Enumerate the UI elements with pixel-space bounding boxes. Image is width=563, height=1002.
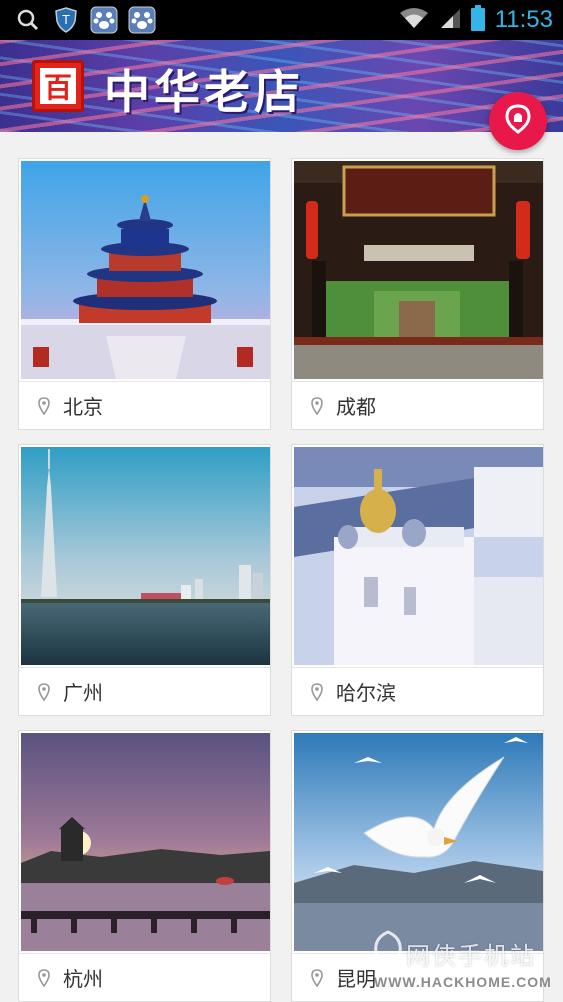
city-name: 广州 <box>63 681 103 705</box>
city-photo-chengdu <box>294 161 543 379</box>
location-marker-icon <box>38 968 50 987</box>
location-marker-icon <box>311 396 323 415</box>
city-name: 昆明 <box>336 967 376 991</box>
location-marker-icon <box>311 968 323 987</box>
status-time: 11:53 <box>494 6 553 33</box>
city-grid: 北京 成都 广州 哈尔滨 杭州 昆明 <box>0 132 563 1002</box>
city-card-chengdu[interactable]: 成都 <box>291 158 544 430</box>
app-title: 中华老店 <box>104 65 304 119</box>
location-pin-icon <box>505 104 531 138</box>
shield-icon: T <box>52 6 80 34</box>
battery-icon <box>470 5 485 35</box>
city-photo-guangzhou <box>21 447 270 665</box>
city-photo-hangzhou <box>21 733 270 951</box>
app-logo-mark: 百 <box>40 68 76 104</box>
location-marker-icon <box>311 682 323 701</box>
city-name: 哈尔滨 <box>336 681 396 705</box>
city-card-hangzhou[interactable]: 杭州 <box>18 730 271 1002</box>
city-label-row: 杭州 <box>19 953 270 1001</box>
app-header-banner: 百 中华老店 <box>0 40 563 132</box>
location-fab-button[interactable] <box>489 92 547 150</box>
city-card-harbin[interactable]: 哈尔滨 <box>291 444 544 716</box>
city-card-kunming[interactable]: 昆明 <box>291 730 544 1002</box>
paw-app-icon <box>90 6 118 34</box>
city-label-row: 哈尔滨 <box>292 667 543 715</box>
city-name: 杭州 <box>63 967 103 991</box>
city-label-row: 昆明 <box>292 953 543 1001</box>
city-label-row: 北京 <box>19 381 270 429</box>
location-marker-icon <box>38 682 50 701</box>
city-label-row: 广州 <box>19 667 270 715</box>
signal-icon <box>439 7 461 33</box>
city-photo-kunming <box>294 733 543 951</box>
app-logo: 百 <box>32 60 84 112</box>
paw-app-icon-2 <box>128 6 156 34</box>
city-card-beijing[interactable]: 北京 <box>18 158 271 430</box>
city-name: 成都 <box>336 395 376 419</box>
city-label-row: 成都 <box>292 381 543 429</box>
wifi-icon <box>399 7 429 33</box>
city-card-guangzhou[interactable]: 广州 <box>18 444 271 716</box>
search-icon <box>14 6 42 34</box>
city-name: 北京 <box>63 395 103 419</box>
location-marker-icon <box>38 396 50 415</box>
city-photo-beijing <box>21 161 270 379</box>
status-bar: T 11:53 <box>0 0 563 40</box>
svg-text:T: T <box>61 13 70 27</box>
city-photo-harbin <box>294 447 543 665</box>
